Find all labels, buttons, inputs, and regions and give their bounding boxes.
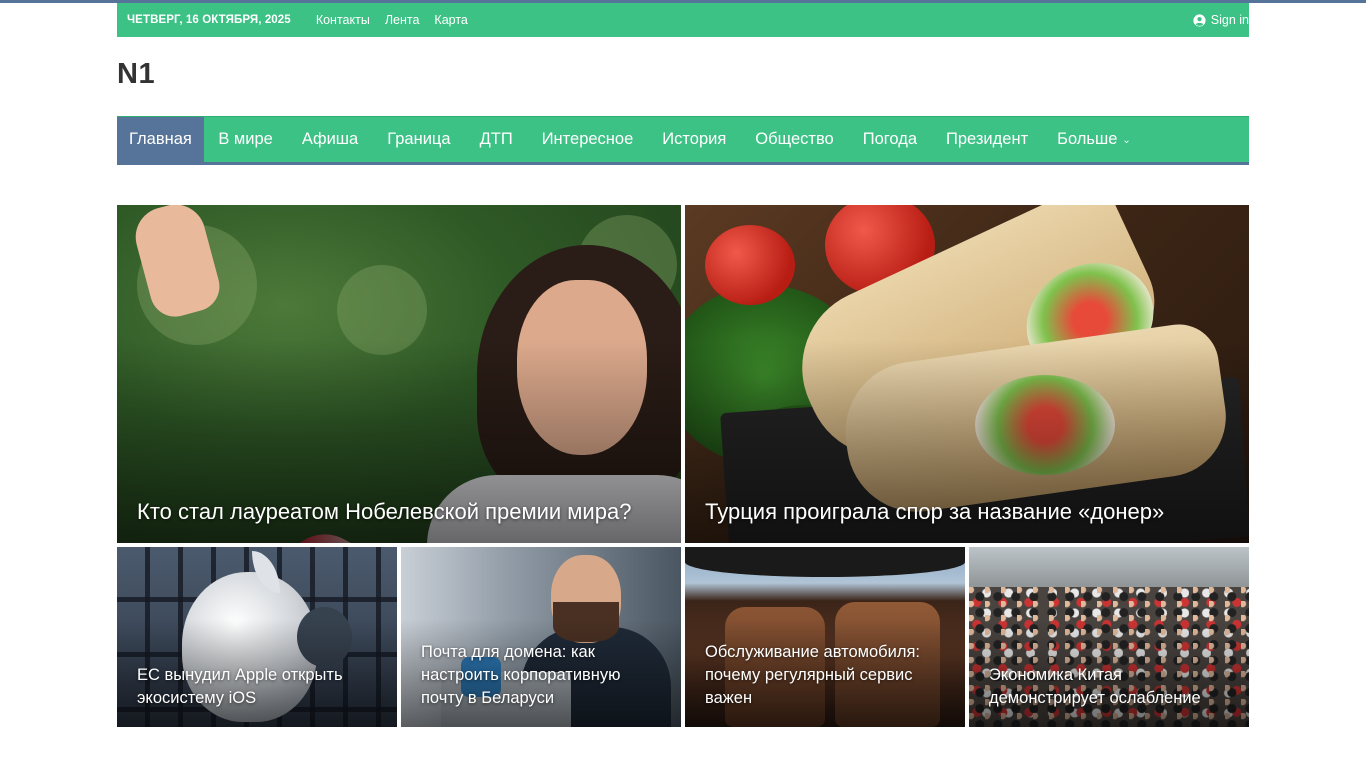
nav-item-accidents[interactable]: ДТП <box>465 117 527 162</box>
nav-item-president[interactable]: Президент <box>932 117 1043 162</box>
current-date: ЧЕТВЕРГ, 16 ОКТЯБРЯ, 2025 <box>127 14 291 26</box>
sign-in-link[interactable]: Sign in <box>1193 13 1249 27</box>
article-card[interactable]: Экономика Китая демонстрирует ослабление <box>969 547 1249 727</box>
top-link-map[interactable]: Карта <box>434 13 467 27</box>
nav-item-history[interactable]: История <box>648 117 741 162</box>
article-title[interactable]: Экономика Китая демонстрирует ослабление <box>989 664 1229 710</box>
featured-article-card[interactable]: Кто стал лауреатом Нобелевской премии ми… <box>117 205 681 543</box>
user-circle-icon <box>1193 13 1206 27</box>
top-link-contacts[interactable]: Контакты <box>316 13 370 27</box>
nav-item-world[interactable]: В мире <box>204 117 288 162</box>
article-title[interactable]: Кто стал лауреатом Нобелевской премии ми… <box>137 498 661 526</box>
nav-item-events[interactable]: Афиша <box>287 117 372 162</box>
article-card[interactable]: ЕС вынудил Apple открыть экосистему iOS <box>117 547 397 727</box>
main-nav: Главная В мире Афиша Граница ДТП Интерес… <box>117 116 1249 165</box>
nav-item-society[interactable]: Общество <box>741 117 848 162</box>
article-title[interactable]: Турция проиграла спор за название «донер… <box>705 498 1229 526</box>
article-card[interactable]: Обслуживание автомобиля: почему регулярн… <box>685 547 965 727</box>
top-links: Контакты Лента Карта <box>316 13 468 27</box>
nav-item-more[interactable]: Больше ⌄ <box>1043 117 1146 162</box>
nav-item-home[interactable]: Главная <box>117 117 204 162</box>
article-title[interactable]: Обслуживание автомобиля: почему регулярн… <box>705 641 945 710</box>
nav-item-interesting[interactable]: Интересное <box>527 117 648 162</box>
top-link-feed[interactable]: Лента <box>385 13 420 27</box>
featured-article-card[interactable]: Турция проиграла спор за название «донер… <box>685 205 1249 543</box>
sign-in-label: Sign in <box>1210 13 1249 27</box>
nav-item-border[interactable]: Граница <box>373 117 465 162</box>
article-title[interactable]: Почта для домена: как настроить корпорат… <box>421 641 661 710</box>
top-bar: ЧЕТВЕРГ, 16 ОКТЯБРЯ, 2025 Контакты Лента… <box>117 3 1249 37</box>
nav-item-weather[interactable]: Погода <box>848 117 931 162</box>
article-card[interactable]: Почта для домена: как настроить корпорат… <box>401 547 681 727</box>
site-logo[interactable]: N1 <box>117 58 1249 91</box>
nav-more-label: Больше <box>1057 130 1118 148</box>
article-title[interactable]: ЕС вынудил Apple открыть экосистему iOS <box>137 664 377 710</box>
chevron-down-icon: ⌄ <box>1122 135 1131 146</box>
